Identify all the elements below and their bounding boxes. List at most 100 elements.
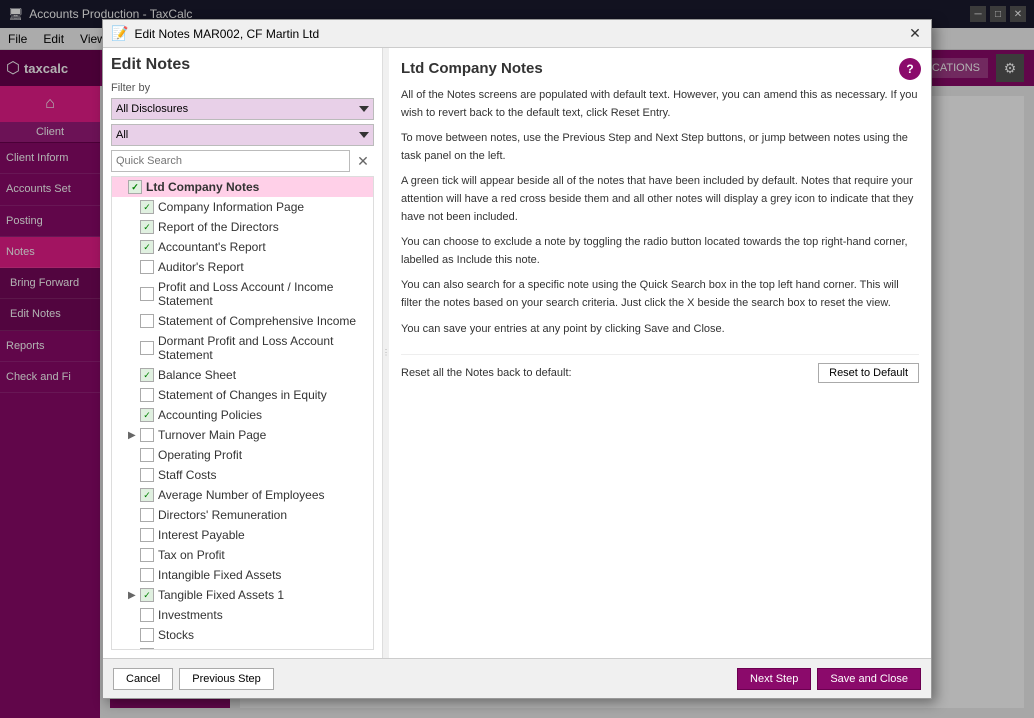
tree-expand-icon: ▶ xyxy=(128,430,140,441)
tree-checkbox[interactable] xyxy=(140,628,154,642)
search-clear-button[interactable]: ✕ xyxy=(352,150,374,172)
tree-checkbox[interactable]: ✓ xyxy=(140,488,154,502)
tree-item-label: Tangible Fixed Assets 1 xyxy=(158,588,369,602)
dialog-left-panel: Edit Notes Filter by All Disclosures Dis… xyxy=(103,48,383,658)
edit-notes-dialog: 📝 Edit Notes MAR002, CF Martin Ltd ✕ Edi… xyxy=(102,19,932,699)
tree-checkbox[interactable] xyxy=(140,528,154,542)
tree-checkbox[interactable] xyxy=(140,287,154,301)
tree-item[interactable]: Directors' Remuneration xyxy=(112,505,373,525)
tree-item[interactable]: Intangible Fixed Assets xyxy=(112,565,373,585)
tree-item-label: Profit and Loss Account / Income Stateme… xyxy=(158,280,369,308)
info-paragraph-4: You can choose to exclude a note by togg… xyxy=(401,234,919,269)
help-icon[interactable]: ? xyxy=(899,58,921,80)
info-paragraph-1: All of the Notes screens are populated w… xyxy=(401,87,919,122)
info-paragraph-6: You can save your entries at any point b… xyxy=(401,321,919,339)
tree-checkbox[interactable] xyxy=(140,314,154,328)
tree-checkbox[interactable] xyxy=(140,448,154,462)
tree-checkbox[interactable] xyxy=(140,468,154,482)
tree-checkbox[interactable]: ✓ xyxy=(140,240,154,254)
dialog-titlebar: 📝 Edit Notes MAR002, CF Martin Ltd ✕ xyxy=(103,20,931,48)
tree-item-label: Debtors xyxy=(158,648,369,650)
dialog-left-title: Edit Notes xyxy=(111,56,374,74)
info-paragraph-2: To move between notes, use the Previous … xyxy=(401,130,919,165)
tree-item-label: Staff Costs xyxy=(158,468,369,482)
tree-checkbox[interactable]: ✓ xyxy=(140,588,154,602)
tree-item[interactable]: Statement of Comprehensive Income xyxy=(112,311,373,331)
tree-item-label: Accounting Policies xyxy=(158,408,369,422)
tree-item[interactable]: Statement of Changes in Equity xyxy=(112,385,373,405)
tree-item[interactable]: ✓ Balance Sheet xyxy=(112,365,373,385)
tree-item-label: Auditor's Report xyxy=(158,260,369,274)
search-row: ✕ xyxy=(111,150,374,172)
tree-checkbox[interactable]: ✓ xyxy=(128,180,142,194)
tree-item-label: Interest Payable xyxy=(158,528,369,542)
tree-item[interactable]: ▶ ✓ Tangible Fixed Assets 1 xyxy=(112,585,373,605)
quick-search-input[interactable] xyxy=(111,150,350,172)
tree-item-label: Investments xyxy=(158,608,369,622)
tree-checkbox[interactable]: ✓ xyxy=(140,408,154,422)
tree-item[interactable]: Auditor's Report xyxy=(112,257,373,277)
tree-item-label: Balance Sheet xyxy=(158,368,369,382)
filter-select-1[interactable]: All Disclosures Disclosures Only Non-Dis… xyxy=(111,98,374,120)
filter-label: Filter by xyxy=(111,82,374,94)
tree-item[interactable]: Stocks xyxy=(112,625,373,645)
reset-label: Reset all the Notes back to default: xyxy=(401,367,572,379)
info-paragraph-5: You can also search for a specific note … xyxy=(401,277,919,312)
tree-item[interactable]: ✓ Accounting Policies xyxy=(112,405,373,425)
dialog-overlay: 📝 Edit Notes MAR002, CF Martin Ltd ✕ Edi… xyxy=(0,0,1034,718)
tree-item[interactable]: ▶ Turnover Main Page xyxy=(112,425,373,445)
dialog-close-button[interactable]: ✕ xyxy=(907,26,923,42)
tree-checkbox[interactable]: ✓ xyxy=(140,648,154,650)
dialog-body: Edit Notes Filter by All Disclosures Dis… xyxy=(103,48,931,658)
tree-item[interactable]: Tax on Profit xyxy=(112,545,373,565)
help-icon-text: ? xyxy=(906,62,913,76)
tree-item[interactable]: Investments xyxy=(112,605,373,625)
tree-item[interactable]: Operating Profit xyxy=(112,445,373,465)
reset-to-default-button[interactable]: Reset to Default xyxy=(818,363,919,383)
tree-list[interactable]: ✓ Ltd Company Notes ✓ Company Informatio… xyxy=(111,176,374,650)
next-step-button[interactable]: Next Step xyxy=(737,668,811,690)
tree-checkbox[interactable]: ✓ xyxy=(140,368,154,382)
tree-checkbox[interactable] xyxy=(140,260,154,274)
tree-item-label: Turnover Main Page xyxy=(158,428,369,442)
tree-checkbox[interactable] xyxy=(140,388,154,402)
filter-select-2[interactable]: All Included Excluded xyxy=(111,124,374,146)
dialog-title-icon: 📝 xyxy=(111,25,128,42)
tree-item[interactable]: ✓ Company Information Page xyxy=(112,197,373,217)
tree-item-label: Directors' Remuneration xyxy=(158,508,369,522)
tree-item[interactable]: Profit and Loss Account / Income Stateme… xyxy=(112,277,373,311)
cancel-button[interactable]: Cancel xyxy=(113,668,173,690)
tree-item[interactable]: Interest Payable xyxy=(112,525,373,545)
tree-item[interactable]: Staff Costs xyxy=(112,465,373,485)
previous-step-button[interactable]: Previous Step xyxy=(179,668,273,690)
info-paragraph-3: A green tick will appear beside all of t… xyxy=(401,173,919,226)
dialog-title-text: Edit Notes MAR002, CF Martin Ltd xyxy=(134,27,901,41)
tree-item[interactable]: ✓ Average Number of Employees xyxy=(112,485,373,505)
tree-checkbox[interactable] xyxy=(140,428,154,442)
tree-item-label: Statement of Comprehensive Income xyxy=(158,314,369,328)
tree-item-label: Tax on Profit xyxy=(158,548,369,562)
tree-item-label: Stocks xyxy=(158,628,369,642)
tree-item[interactable]: ✓ Report of the Directors xyxy=(112,217,373,237)
tree-checkbox[interactable]: ✓ xyxy=(140,220,154,234)
right-panel-title: Ltd Company Notes xyxy=(401,60,919,77)
tree-checkbox[interactable] xyxy=(140,341,154,355)
tree-checkbox[interactable]: ✓ xyxy=(140,200,154,214)
tree-item-label: Dormant Profit and Loss Account Statemen… xyxy=(158,334,369,362)
tree-checkbox[interactable] xyxy=(140,608,154,622)
dialog-footer: Cancel Previous Step Next Step Save and … xyxy=(103,658,931,698)
tree-item[interactable]: Dormant Profit and Loss Account Statemen… xyxy=(112,331,373,365)
tree-item-label: Intangible Fixed Assets xyxy=(158,568,369,582)
save-and-close-button[interactable]: Save and Close xyxy=(817,668,921,690)
tree-item-label: Company Information Page xyxy=(158,200,369,214)
tree-checkbox[interactable] xyxy=(140,508,154,522)
dialog-right-panel: ? Ltd Company Notes All of the Notes scr… xyxy=(389,48,931,658)
tree-checkbox[interactable] xyxy=(140,568,154,582)
tree-item-label: Average Number of Employees xyxy=(158,488,369,502)
tree-expand-icon: ▶ xyxy=(128,590,140,601)
tree-item[interactable]: ✓ Accountant's Report xyxy=(112,237,373,257)
tree-checkbox[interactable] xyxy=(140,548,154,562)
tree-item[interactable]: ✓ Debtors xyxy=(112,645,373,650)
tree-item-label: Operating Profit xyxy=(158,448,369,462)
tree-item[interactable]: ✓ Ltd Company Notes xyxy=(112,177,373,197)
